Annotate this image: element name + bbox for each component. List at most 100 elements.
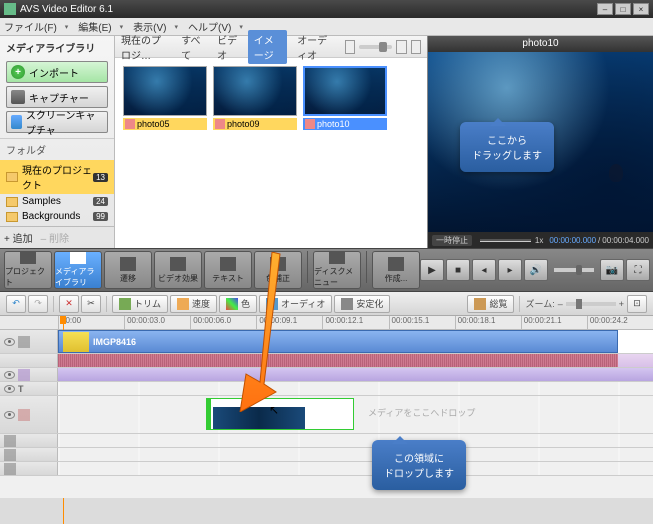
undo-icon: ↶ xyxy=(12,298,20,309)
delete-icon: ✕ xyxy=(65,298,73,309)
fx-track[interactable] xyxy=(0,368,653,382)
volume-slider[interactable] xyxy=(554,268,594,272)
speaker-icon[interactable]: 🔊 xyxy=(524,259,548,281)
eye-icon[interactable] xyxy=(4,338,15,346)
folder-icon xyxy=(6,172,18,182)
stabilize-icon xyxy=(341,298,353,310)
media-library-panel: メディアライブラリ + インポート キャプチャー スクリーンキャプチャ フォルダ… xyxy=(0,36,115,248)
tool-transition[interactable]: 遷移 xyxy=(104,251,152,289)
clip-thumb xyxy=(63,332,89,352)
add-folder-button[interactable]: + 追加 xyxy=(4,230,33,245)
speed-button[interactable]: 速度 xyxy=(170,295,217,313)
delete-folder-button[interactable]: – 削除 xyxy=(41,230,69,245)
capture-button[interactable]: キャプチャー xyxy=(6,86,108,108)
audio1-track[interactable] xyxy=(0,434,653,448)
audio-button[interactable]: オーディオ xyxy=(259,295,332,313)
filter-bar: 現在のプロジ… すべて ビデオ イメージ オーディオ xyxy=(115,36,427,58)
plus-icon: + xyxy=(11,65,25,79)
tool-text[interactable]: テキスト xyxy=(204,251,252,289)
window-title: AVS Video Editor 6.1 xyxy=(20,4,113,15)
next-frame-button[interactable]: ▸ xyxy=(498,259,522,281)
drop-clip-thumb xyxy=(213,407,305,429)
cursor-icon: ↖ xyxy=(269,403,279,417)
tool-project[interactable]: プロジェクト xyxy=(4,251,52,289)
video-track-icon xyxy=(18,336,30,348)
folder-backgrounds[interactable]: Backgrounds 99 xyxy=(0,209,114,224)
menu-edit[interactable]: 編集(E) xyxy=(78,19,111,34)
eye-icon[interactable] xyxy=(4,371,15,379)
folder-samples[interactable]: Samples 24 xyxy=(0,194,114,209)
tool-disc-menu[interactable]: ディスクメニュー xyxy=(313,251,361,289)
image-icon xyxy=(125,119,135,129)
tool-color[interactable]: 色補正 xyxy=(254,251,302,289)
timeline: IMGP8416 T ↖ メディアをここへドロップ xyxy=(0,330,653,498)
image-icon xyxy=(305,119,315,129)
play-button[interactable]: ▶ xyxy=(420,259,444,281)
snapshot-button[interactable]: 📷 xyxy=(600,259,624,281)
text-track-icon: T xyxy=(18,384,24,394)
speed-label: 1x xyxy=(535,236,543,245)
audio-wave-track[interactable] xyxy=(0,354,653,368)
diver-figure xyxy=(609,164,623,182)
undo-button[interactable]: ↶ xyxy=(6,295,26,313)
folder-current-project[interactable]: 現在のプロジェクト 13 xyxy=(0,160,114,194)
thumb-photo05[interactable]: photo05 xyxy=(123,66,207,130)
trim-icon xyxy=(119,298,131,310)
color-button[interactable]: 色 xyxy=(219,295,257,313)
overlay-track[interactable]: ↖ メディアをここへドロップ xyxy=(0,396,653,434)
clip-main[interactable]: IMGP8416 xyxy=(58,330,618,353)
zoom-fit-button[interactable]: ⊡ xyxy=(627,295,647,313)
stop-button[interactable]: ■ xyxy=(446,259,470,281)
zoom-slider[interactable] xyxy=(566,302,616,306)
screen-capture-button[interactable]: スクリーンキャプチャ xyxy=(6,111,108,133)
folder-icon xyxy=(6,197,18,207)
audio2-track[interactable] xyxy=(0,448,653,462)
prev-frame-button[interactable]: ◂ xyxy=(472,259,496,281)
fullscreen-button[interactable]: ⛶ xyxy=(626,259,650,281)
audio3-track[interactable] xyxy=(0,462,653,476)
thumb-size-small-icon[interactable] xyxy=(345,40,355,54)
zoom-out-button[interactable]: – xyxy=(558,299,563,309)
minimize-button[interactable]: – xyxy=(597,3,613,15)
folder-header: フォルダ xyxy=(0,138,114,160)
overview-icon xyxy=(474,298,486,310)
tool-make[interactable]: 作成... xyxy=(372,251,420,289)
overlay-drop-preview[interactable]: ↖ xyxy=(206,398,354,430)
maximize-button[interactable]: □ xyxy=(615,3,631,15)
filter-folder-label: 現在のプロジ… xyxy=(121,32,169,62)
playhead[interactable] xyxy=(58,316,68,330)
tool-videofx[interactable]: ビデオ効果 xyxy=(154,251,202,289)
delete-button[interactable]: ✕ xyxy=(59,295,79,313)
folder-icon xyxy=(6,212,18,222)
timeline-ruler[interactable]: 00:00 00:00:03.0 00:00:06.0 00:00:09.1 0… xyxy=(0,316,653,330)
video-track[interactable]: IMGP8416 xyxy=(0,330,653,354)
stabilize-button[interactable]: 安定化 xyxy=(334,295,390,313)
drop-callout: この領域に ドロップします xyxy=(372,440,466,490)
tool-media-library[interactable]: メディアライブラリ xyxy=(54,251,102,289)
thumb-photo10[interactable]: photo10 xyxy=(303,66,387,130)
preview-controls: 一時停止 1x 00:00:00.000 / 00:00:04.000 xyxy=(428,232,653,248)
mic-icon xyxy=(4,449,16,461)
preview-scrubber[interactable] xyxy=(480,239,531,242)
eye-icon[interactable] xyxy=(4,385,15,393)
media-browser: 現在のプロジ… すべて ビデオ イメージ オーディオ photo05 photo… xyxy=(115,36,427,248)
duration: 00:00:04.000 xyxy=(602,236,649,245)
overview-button[interactable]: 総覧 xyxy=(467,295,514,313)
drag-callout: ここから ドラッグします xyxy=(460,122,554,172)
drop-placeholder: メディアをここへドロップ xyxy=(368,406,475,419)
import-button[interactable]: + インポート xyxy=(6,61,108,83)
thumb-photo09[interactable]: photo09 xyxy=(213,66,297,130)
trim-button[interactable]: トリム xyxy=(112,295,168,313)
redo-button[interactable]: ↷ xyxy=(28,295,48,313)
text-track[interactable]: T xyxy=(0,382,653,396)
thumb-size-large-icon[interactable] xyxy=(396,40,406,54)
split-button[interactable]: ✂ xyxy=(81,295,101,313)
pause-button[interactable]: 一時停止 xyxy=(432,235,472,246)
thumb-size-slider[interactable] xyxy=(359,45,392,49)
zoom-in-button[interactable]: + xyxy=(619,299,624,309)
view-mode-icon[interactable] xyxy=(411,40,421,54)
image-icon xyxy=(215,119,225,129)
eye-icon[interactable] xyxy=(4,411,15,419)
menu-file[interactable]: ファイル(F) xyxy=(4,19,57,34)
close-button[interactable]: × xyxy=(633,3,649,15)
